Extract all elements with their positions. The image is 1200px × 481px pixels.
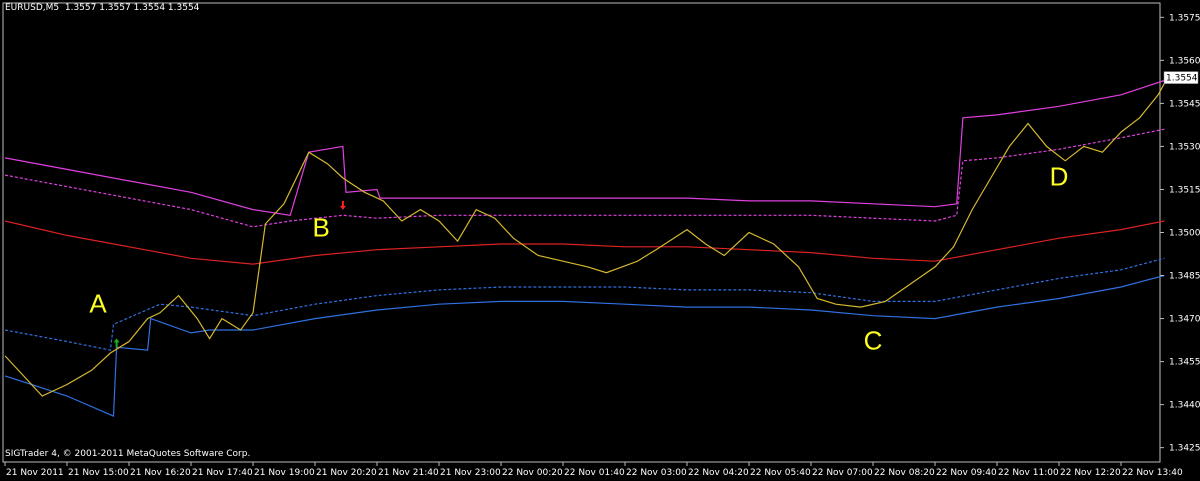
x-tick-label-9: 22 Nov 01:40 [564,468,625,478]
copyright-label: SIGTrader 4, © 2001-2011 MetaQuotes Soft… [5,449,251,459]
x-tick-label-14: 22 Nov 08:20 [874,468,935,478]
price-chart[interactable]: 1.3575 1.3560 1.3545 1.3530 1.3515 1.3500 1.34… [0,0,1200,481]
annotation-label-a: A [89,288,107,318]
x-tick-label-7: 21 Nov 23:00 [440,468,501,478]
x-tick-label-15: 22 Nov 09:40 [936,468,997,478]
x-tick-label-5: 21 Nov 20:20 [316,468,377,478]
x-tick-label-13: 22 Nov 07:00 [812,468,873,478]
annotation-label-b: B [313,213,330,243]
series-line-2 [4,220,1165,265]
x-tick-label-16: 22 Nov 11:00 [998,468,1059,478]
buy-arrow-icon [113,338,120,348]
y-tick-label-3: 1.3530 [1169,142,1200,152]
x-tick-label-6: 21 Nov 21:40 [378,468,439,478]
chart-window[interactable]: EURUSD,M5 1.3557 1.3557 1.3554 1.3554 1.… [0,0,1200,481]
series-line-3 [4,257,1165,351]
x-tick-label-8: 22 Nov 00:20 [502,468,563,478]
x-tick-label-2: 21 Nov 16:20 [130,468,191,478]
x-tick-label-3: 21 Nov 17:40 [192,468,253,478]
plot-frame [2,2,1161,463]
y-tick-label-4: 1.3515 [1169,185,1200,195]
x-tick-label-11: 22 Nov 04:20 [688,468,749,478]
series-line-5 [4,77,1169,397]
annotation-label-c: C [864,326,883,356]
y-tick-label-9: 1.3440 [1169,401,1200,411]
sell-arrow-icon [339,200,346,210]
y-tick-label-7: 1.3470 [1169,315,1200,325]
x-tick-label-1: 21 Nov 15:00 [68,468,129,478]
y-tick-label-10: 1.3425 [1169,444,1200,454]
y-tick-label-6: 1.3485 [1169,272,1200,282]
x-tick-label-4: 21 Nov 19:00 [254,468,315,478]
annotation-label-d: D [1050,162,1069,192]
y-tick-label-0: 1.3575 [1169,13,1200,23]
y-tick-label-2: 1.3545 [1169,99,1200,109]
y-tick-label-8: 1.3455 [1169,358,1200,368]
current-price-label: 1.3554 [1166,74,1198,84]
x-tick-label-12: 22 Nov 05:40 [750,468,811,478]
x-tick-label-0: 21 Nov 2011 [6,468,64,478]
x-tick-label-17: 22 Nov 12:20 [1060,468,1121,478]
y-tick-label-5: 1.3500 [1169,229,1200,239]
y-tick-label-1: 1.3560 [1169,56,1200,66]
series-line-0 [4,79,1165,216]
x-tick-label-18: 22 Nov 13:40 [1122,468,1183,478]
x-tick-label-10: 22 Nov 03:00 [626,468,687,478]
